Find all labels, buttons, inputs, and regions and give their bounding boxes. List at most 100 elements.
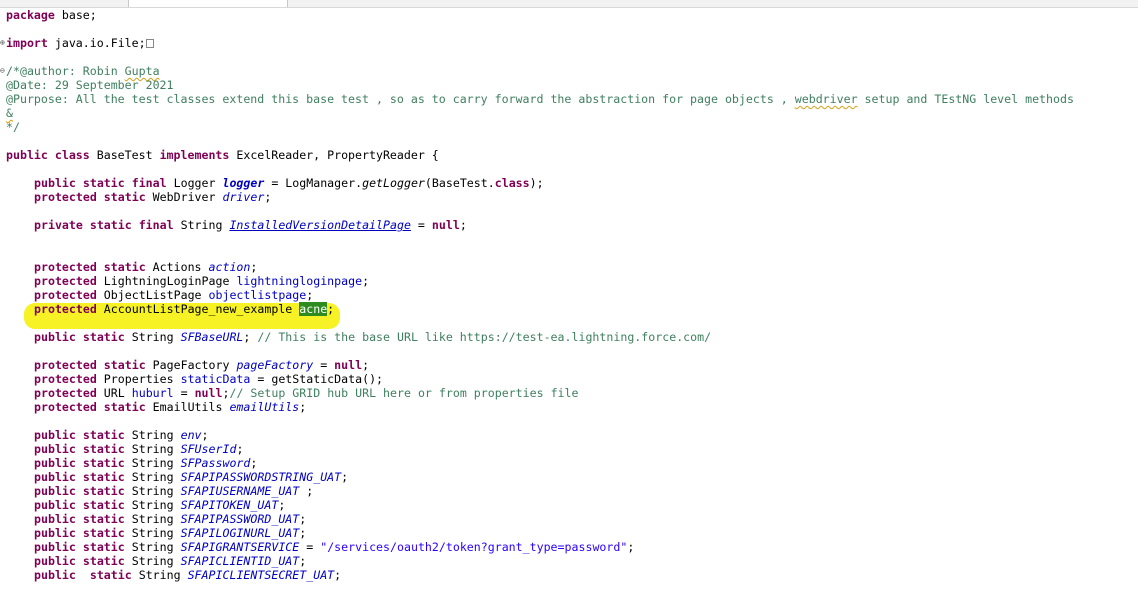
- keyword: public static: [34, 554, 125, 568]
- field-name: InstalledVersionDetailPage: [229, 218, 411, 232]
- code-line: public static String SFAPIGRANTSERVICE =…: [0, 540, 1138, 554]
- type-name: String: [131, 568, 188, 582]
- code-editor[interactable]: package base; ⊕ import java.io.File; ⊖ /…: [0, 8, 1138, 589]
- code-text: ;: [362, 358, 370, 372]
- field-name: objectlistpage: [208, 288, 307, 302]
- keyword: protected: [34, 302, 97, 316]
- keyword: public static: [34, 540, 125, 554]
- code-line: public static String SFAPIUSERNAME_UAT ;: [0, 484, 1138, 498]
- keyword: import: [6, 36, 48, 50]
- code-line: protected static PageFactory pageFactory…: [0, 358, 1138, 372]
- code-text: ;: [201, 428, 209, 442]
- field-name: env: [180, 428, 202, 442]
- keyword: public static final: [34, 176, 167, 190]
- field-name: SFAPICLIENTSECRET_UAT: [187, 568, 335, 582]
- code-line: protected URL huburl = null;// Setup GRI…: [0, 386, 1138, 400]
- keyword: private static final: [34, 218, 174, 232]
- code-text: ;: [341, 470, 349, 484]
- type-name: URL: [96, 386, 132, 400]
- code-text: ;: [299, 512, 307, 526]
- collapsed-block-icon[interactable]: [145, 39, 154, 48]
- field-name: SFAPITOKEN_UAT: [180, 498, 279, 512]
- type-name: AccountListPage_new_example: [96, 302, 300, 316]
- comment-text: /*@author:: [6, 64, 83, 78]
- keyword: public static: [34, 456, 125, 470]
- code-line: ⊖ /*@author: Robin Gupta: [0, 64, 1138, 78]
- field-name: staticData: [180, 372, 251, 386]
- field-name: action: [208, 260, 251, 274]
- keyword: public static: [34, 568, 132, 582]
- fold-collapse-icon[interactable]: ⊖: [0, 67, 5, 75]
- type-name: Actions: [145, 260, 209, 274]
- type-name: String: [124, 442, 181, 456]
- keyword: protected static: [34, 260, 146, 274]
- type-name: String: [124, 428, 181, 442]
- keyword: public static: [34, 470, 125, 484]
- code-text: =: [410, 218, 432, 232]
- keyword: protected: [34, 274, 97, 288]
- code-line: public static String SFAPIPASSWORDSTRING…: [0, 470, 1138, 484]
- code-line: @Purpose: All the test classes extend th…: [0, 92, 1138, 106]
- comment-text: */: [6, 120, 20, 134]
- keyword: null: [334, 358, 363, 372]
- code-text: ;: [299, 400, 307, 414]
- type-name: String: [124, 512, 181, 526]
- comment-text: @Purpose: All the test classes extend th…: [6, 92, 795, 106]
- keyword: public static: [34, 512, 125, 526]
- code-line: public static String SFAPICLIENTID_UAT;: [0, 554, 1138, 568]
- field-name: huburl: [131, 386, 174, 400]
- keyword: public static: [34, 330, 125, 344]
- code-text: ;: [299, 554, 307, 568]
- keyword: implements: [159, 148, 230, 162]
- code-text: =: [313, 358, 335, 372]
- code-line: package base;: [0, 8, 1138, 22]
- string-literal: "/services/oauth2/token?grant_type=passw…: [320, 540, 628, 554]
- code-text: ;: [250, 456, 258, 470]
- code-line: public static String SFAPICLIENTSECRET_U…: [0, 568, 1138, 582]
- code-text: ;: [299, 484, 314, 498]
- keyword: protected static: [34, 400, 146, 414]
- code-text: =: [173, 386, 195, 400]
- code-line: public static String SFUserId;: [0, 442, 1138, 456]
- spelling-warning-text: Gupta: [124, 64, 160, 78]
- type-name: String: [124, 484, 181, 498]
- type-name: PageFactory: [145, 358, 237, 372]
- field-name: SFAPICLIENTID_UAT: [180, 554, 300, 568]
- comment-text: Robin: [82, 64, 125, 78]
- type-name: String: [124, 330, 181, 344]
- keyword: public static: [34, 498, 125, 512]
- type-name: String: [124, 540, 181, 554]
- type-name: String: [124, 526, 181, 540]
- comment-text: // Setup GRID hub URL here or from prope…: [229, 386, 579, 400]
- type-name: LightningLoginPage: [96, 274, 237, 288]
- field-name: SFAPIUSERNAME_UAT: [180, 484, 300, 498]
- editor-tab-active[interactable]: [128, 0, 288, 7]
- code-line: public static final Logger logger = LogM…: [0, 176, 1138, 190]
- code-line: protected Properties staticData = getSta…: [0, 372, 1138, 386]
- keyword: protected static: [34, 358, 146, 372]
- fold-expand-icon[interactable]: ⊕: [0, 39, 5, 47]
- package-name: base;: [54, 8, 97, 22]
- code-line: &: [0, 106, 1138, 120]
- code-text: = LogManager.: [264, 176, 363, 190]
- code-line: public static String SFAPITOKEN_UAT;: [0, 498, 1138, 512]
- field-name: SFBaseURL: [180, 330, 244, 344]
- code-text: ;: [264, 190, 272, 204]
- field-name: SFAPIPASSWORDSTRING_UAT: [180, 470, 342, 484]
- keyword: package: [6, 8, 55, 22]
- code-text: ;: [459, 218, 467, 232]
- class-name: BaseTest: [89, 148, 160, 162]
- code-text: ;: [236, 442, 244, 456]
- code-line: protected static WebDriver driver;: [0, 190, 1138, 204]
- selected-field-name[interactable]: acne: [299, 302, 328, 316]
- code-text: ;: [627, 540, 635, 554]
- type-name: ObjectListPage: [96, 288, 209, 302]
- field-name: lightningloginpage: [236, 274, 363, 288]
- code-text: = getStaticData();: [250, 372, 384, 386]
- keyword: public static: [34, 442, 125, 456]
- comment-text: @Date: 29 September 2021: [6, 78, 174, 92]
- field-name: logger: [222, 176, 265, 190]
- keyword: class: [494, 176, 530, 190]
- code-text: ;: [327, 302, 335, 316]
- field-name: SFUserId: [180, 442, 237, 456]
